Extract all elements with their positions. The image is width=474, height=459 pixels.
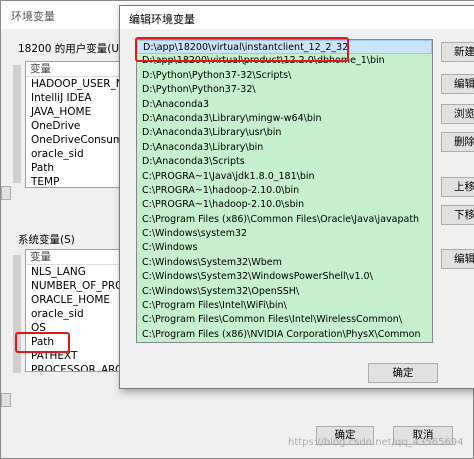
user-list-header: 变量 (26, 62, 124, 77)
edit-button[interactable]: 编辑 (441, 74, 474, 94)
move-down-button[interactable]: 下移 (441, 205, 474, 225)
path-entry[interactable]: C:\Program Files (x86)\Common Files\Orac… (137, 212, 432, 228)
new-button[interactable]: 新建 (441, 42, 474, 62)
path-entry[interactable]: C:\Program Files (x86)\NVIDIA Corporatio… (137, 327, 432, 342)
list-left-border (13, 255, 21, 373)
delete-button[interactable]: 删除 (441, 132, 474, 152)
dialog-title: 编辑环境变量 (129, 13, 195, 26)
partial-button[interactable] (1, 393, 11, 407)
edit-environment-variable-dialog: 编辑环境变量 D:\app\18200\virtual\instantclien… (119, 5, 474, 389)
user-variables-list[interactable]: 变量 HADOOP_USER_NAMIntelliJ IDEAJAVA_HOME… (25, 61, 125, 188)
user-variables-label: 18200 的用户变量(U) (18, 43, 124, 55)
path-entry[interactable]: D:\Anaconda3 (137, 97, 432, 112)
list-left-border (13, 65, 21, 183)
path-entry[interactable]: C:\Windows\system32 (137, 227, 432, 242)
user-variable-row[interactable]: oracle_sid (26, 147, 124, 161)
system-variable-row[interactable]: oracle_sid (26, 307, 124, 321)
path-entry[interactable]: C:\PROGRA~1\hadoop-2.10.0\bin (137, 183, 432, 199)
system-variables-label: 系统变量(S) (18, 234, 75, 246)
path-entry[interactable]: C:\Windows\System32\OpenSSH\ (137, 284, 432, 300)
window-title: 环境变量 (11, 10, 55, 23)
system-variable-row[interactable]: NUMBER_OF_PROCES (26, 279, 124, 293)
path-entries-list[interactable]: D:\app\18200\virtual\instantclient_12_2_… (136, 39, 433, 343)
highlight-box-system-path (15, 332, 70, 353)
path-entry[interactable]: D:\Python\Python37-32\Scripts\ (137, 68, 432, 84)
path-entry[interactable]: C:\Program Files\Common Files\Intel\Wire… (137, 313, 432, 328)
browse-button[interactable]: 浏览 (441, 104, 474, 124)
path-entry[interactable]: D:\Anaconda3\Library\bin (137, 140, 432, 156)
dialog-ok-button[interactable]: 确定 (368, 363, 438, 383)
user-variable-row[interactable]: Path (26, 161, 124, 175)
user-variable-row[interactable]: OneDrive (26, 119, 124, 133)
path-entry[interactable]: C:\Windows\System32\Wbem (137, 255, 432, 271)
path-entry[interactable]: C:\Program Files\Intel\WiFi\bin\ (137, 299, 432, 314)
path-entry[interactable]: C:\Windows\System32\WindowsPowerShell\v1… (137, 270, 432, 285)
user-variable-row[interactable]: IntelliJ IDEA (26, 91, 124, 105)
user-variable-row[interactable]: HADOOP_USER_NAM (26, 77, 124, 91)
path-entry[interactable]: C:\PROGRA~1\Java\jdk1.8.0_181\bin (137, 169, 432, 184)
system-list-header: 变量 (26, 250, 124, 265)
user-variable-row[interactable]: TEMP (26, 175, 124, 187)
path-entry[interactable]: D:\Anaconda3\Library\mingw-w64\bin (137, 111, 432, 127)
watermark: https://blog.csdn.net/qq_43565694 (288, 437, 464, 448)
path-entry[interactable]: D:\Python\Python37-32\ (137, 83, 432, 98)
system-variable-row[interactable]: ORACLE_HOME (26, 293, 124, 307)
path-entry[interactable]: D:\Anaconda3\Scripts (137, 155, 432, 170)
user-variable-row[interactable]: JAVA_HOME (26, 105, 124, 119)
system-variables-list[interactable]: 变量 NLS_LANGNUMBER_OF_PROCESORACLE_HOMEor… (25, 249, 125, 372)
path-entry[interactable]: C:\Program Files\NVIDIA Corporation\NVID… (137, 342, 432, 343)
partial-button[interactable] (1, 186, 11, 200)
dialog-titlebar: 编辑环境变量 (120, 6, 474, 29)
edit-text-button[interactable]: 编辑文本 (441, 249, 474, 269)
user-variable-row[interactable]: OneDriveConsumer (26, 133, 124, 147)
path-entry[interactable]: C:\PROGRA~1\hadoop-2.10.0\sbin (137, 198, 432, 213)
system-variable-row[interactable]: PROCESSOR_ARCHITE (26, 363, 124, 371)
move-up-button[interactable]: 上移 (441, 177, 474, 197)
path-entry[interactable]: C:\Windows (137, 241, 432, 256)
path-entry[interactable]: D:\Anaconda3\Library\usr\bin (137, 126, 432, 141)
highlight-box-selected-path (135, 37, 349, 62)
system-variable-row[interactable]: NLS_LANG (26, 265, 124, 279)
